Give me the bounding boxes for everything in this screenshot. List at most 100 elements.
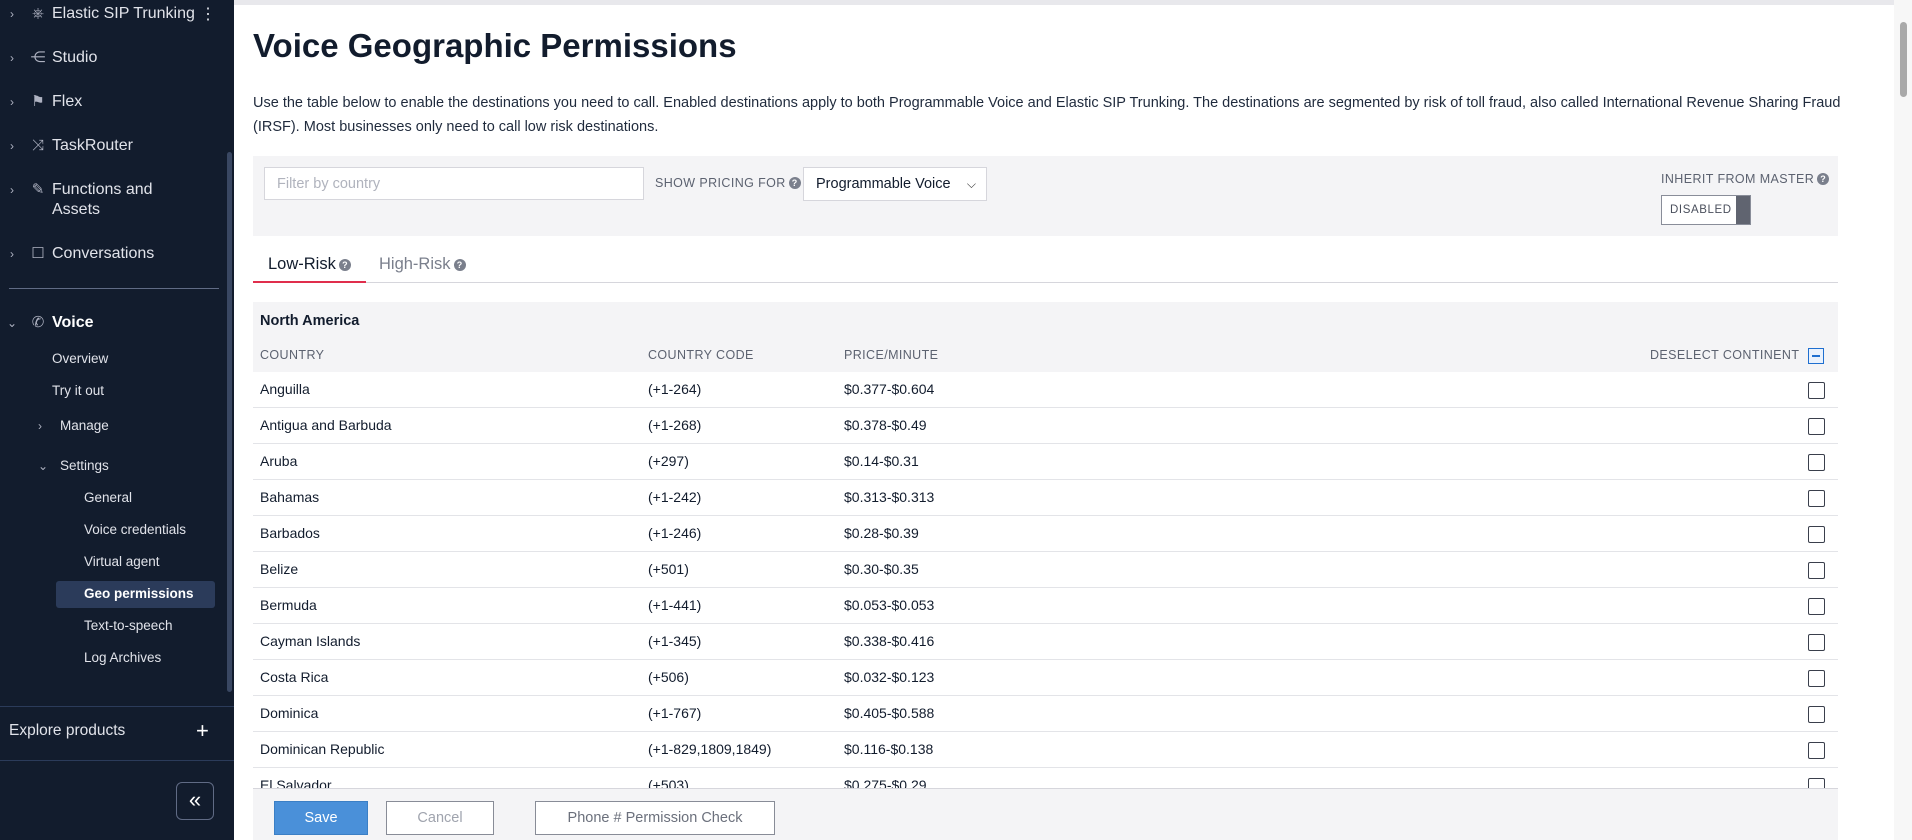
help-icon[interactable]: ? [788, 177, 801, 189]
save-button[interactable]: Save [274, 801, 368, 835]
row-checkbox[interactable] [1808, 598, 1825, 615]
inherit-from-master-toggle[interactable]: DISABLED [1661, 195, 1751, 225]
plus-icon[interactable]: + [196, 718, 209, 744]
price-cell: $0.377-$0.604 [844, 381, 935, 397]
sidebar-item-virtual-agent[interactable]: Virtual agent [84, 553, 160, 571]
sidebar-item-label: Settings [60, 458, 109, 473]
chevron-right-icon: › [10, 247, 14, 261]
country-cell: Dominica [260, 705, 319, 721]
chevron-down-icon: ⌄ [38, 459, 49, 473]
region-name: North America [260, 313, 360, 329]
row-checkbox[interactable] [1808, 454, 1825, 471]
sidebar-item-log-archives[interactable]: Log Archives [84, 649, 161, 667]
row-checkbox[interactable] [1808, 634, 1825, 651]
table-row: Cayman Islands (+1-345) $0.338-$0.416 [253, 624, 1838, 660]
country-cell: Dominican Republic [260, 741, 385, 757]
sidebar-item-label: Elastic SIP Trunking [52, 5, 195, 22]
cancel-button[interactable]: Cancel [386, 801, 494, 835]
country-code-cell: (+506) [648, 669, 689, 685]
tab-high-risk[interactable]: High-Risk? [364, 255, 481, 283]
sidebar-item-studio[interactable]: › ⋲ Studio [0, 48, 226, 68]
price-cell: $0.032-$0.123 [844, 669, 935, 685]
sidebar-item-elastic-sip-trunking[interactable]: › ⎈ Elastic SIP Trunking ⋮ [0, 4, 226, 24]
country-cell: Cayman Islands [260, 633, 361, 649]
price-cell: $0.378-$0.49 [844, 417, 927, 433]
sidebar-item-voice-credentials[interactable]: Voice credentials [84, 521, 186, 539]
sidebar-item-text-to-speech[interactable]: Text-to-speech [84, 617, 173, 635]
sidebar-item-geo-permissions[interactable]: Geo permissions [56, 581, 215, 608]
row-checkbox[interactable] [1808, 706, 1825, 723]
row-checkbox[interactable] [1808, 670, 1825, 687]
pricing-product-select[interactable]: Programmable Voice ⌵ [803, 167, 987, 201]
table-row: Aruba (+297) $0.14-$0.31 [253, 444, 1838, 480]
column-header-country-code: COUNTRY CODE [648, 348, 754, 362]
price-cell: $0.405-$0.588 [844, 705, 935, 721]
sidebar-item-manage[interactable]: › Manage [38, 417, 109, 435]
chevron-right-icon: › [38, 419, 42, 433]
tab-label: High-Risk [379, 255, 451, 273]
sidebar-item-label: Studio [52, 49, 98, 66]
country-code-cell: (+1-767) [648, 705, 702, 721]
sidebar-item-try-it-out[interactable]: Try it out [52, 382, 104, 400]
table-row: Anguilla (+1-264) $0.377-$0.604 [253, 372, 1838, 408]
studio-icon: ⋲ [30, 49, 46, 66]
price-cell: $0.053-$0.053 [844, 597, 935, 613]
pricing-select-value: Programmable Voice [816, 176, 951, 192]
help-icon[interactable]: ? [1817, 173, 1830, 185]
sidebar-item-settings[interactable]: ⌄ Settings [38, 457, 109, 475]
sidebar-item-functions-and-assets[interactable]: › ✎ Functions and Assets [0, 180, 226, 220]
table-row: Bahamas (+1-242) $0.313-$0.313 [253, 480, 1838, 516]
country-cell: Barbados [260, 525, 320, 541]
page-scrollbar[interactable] [1894, 0, 1912, 840]
phone-icon: ✆ [31, 314, 45, 331]
chevron-right-icon: › [10, 51, 14, 65]
country-cell: Bahamas [260, 489, 320, 505]
row-checkbox[interactable] [1808, 382, 1825, 399]
sidebar-item-general[interactable]: General [84, 489, 132, 507]
table-row: Antigua and Barbuda (+1-268) $0.378-$0.4… [253, 408, 1838, 444]
column-header-country: COUNTRY [260, 348, 325, 362]
sidebar-item-conversations[interactable]: › ☐ Conversations [0, 244, 226, 264]
row-checkbox[interactable] [1808, 562, 1825, 579]
filter-by-country-input[interactable] [264, 167, 644, 200]
column-header-deselect-continent: DESELECT CONTINENT [1650, 348, 1800, 362]
divider [0, 706, 234, 707]
scrollbar-thumb[interactable] [1900, 22, 1907, 97]
row-checkbox[interactable] [1808, 490, 1825, 507]
sidebar-item-voice[interactable]: ⌄ ✆ Voice [0, 313, 226, 333]
sidebar-item-taskrouter[interactable]: › ⤨ TaskRouter [0, 136, 226, 156]
table-row: Barbados (+1-246) $0.28-$0.39 [253, 516, 1838, 552]
permissions-table: North America COUNTRY COUNTRY CODE PRICE… [253, 302, 1838, 804]
tab-low-risk[interactable]: Low-Risk? [253, 255, 366, 283]
sidebar-item-label: Manage [60, 418, 109, 433]
sidebar-item-label: Functions and Assets [52, 181, 153, 218]
sidebar-item-label: Voice [52, 314, 94, 331]
table-row: Bermuda (+1-441) $0.053-$0.053 [253, 588, 1838, 624]
row-checkbox[interactable] [1808, 742, 1825, 759]
table-row: Dominican Republic (+1-829,1809,1849) $0… [253, 732, 1838, 768]
divider [9, 288, 219, 289]
sidebar-scrollbar[interactable] [227, 152, 232, 692]
explore-products-link[interactable]: Explore products [9, 722, 125, 740]
chevron-right-icon: › [10, 7, 14, 21]
collapse-sidebar-button[interactable]: « [176, 782, 214, 820]
country-code-cell: (+297) [648, 453, 689, 469]
country-code-cell: (+1-264) [648, 381, 702, 397]
phone-permission-check-button[interactable]: Phone # Permission Check [535, 801, 775, 835]
help-icon[interactable]: ? [338, 259, 351, 271]
sidebar-item-overview[interactable]: Overview [52, 350, 108, 368]
chevron-right-icon: › [10, 95, 14, 109]
country-cell: Bermuda [260, 597, 317, 613]
row-checkbox[interactable] [1808, 418, 1825, 435]
chevron-right-icon: › [10, 183, 14, 197]
show-pricing-label: SHOW PRICING FOR? [655, 176, 801, 190]
deselect-continent-checkbox[interactable] [1808, 348, 1824, 364]
price-cell: $0.28-$0.39 [844, 525, 919, 541]
more-options-icon[interactable]: ⋮ [200, 4, 216, 24]
help-icon[interactable]: ? [453, 259, 466, 271]
row-checkbox[interactable] [1808, 526, 1825, 543]
taskrouter-icon: ⤨ [31, 137, 44, 154]
sidebar-item-label: Flex [52, 93, 83, 110]
toggle-knob [1736, 196, 1750, 224]
sidebar-item-flex[interactable]: › ⚑ Flex [0, 92, 226, 112]
